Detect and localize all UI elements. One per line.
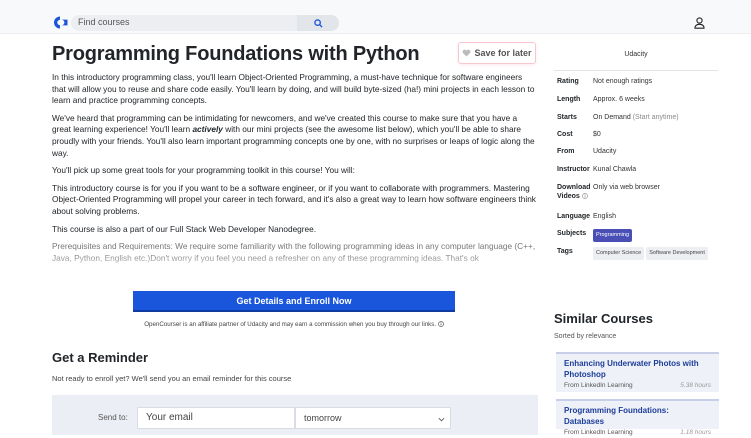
info-icon[interactable]	[581, 193, 588, 199]
user-account-icon[interactable]	[694, 17, 705, 29]
similar-course-source: From LinkedIn Learning	[564, 382, 633, 389]
similar-course-title[interactable]: Programming Foundations: Databases	[564, 405, 711, 427]
send-to-label: Send to:	[98, 413, 128, 422]
similar-course-meta: From LinkedIn Learning 1.18 hours	[564, 429, 711, 438]
info-value: Computer Science Software Development	[593, 247, 719, 260]
info-key: Instructor	[557, 166, 590, 173]
info-key: Rating	[557, 78, 579, 85]
reminder-time-value: tomorrow	[304, 413, 342, 423]
info-key: Cost	[557, 131, 573, 138]
save-for-later-button[interactable]: Save for later	[458, 42, 536, 64]
description-emphasis: actively	[192, 124, 223, 135]
save-for-later-label: Save for later	[474, 48, 532, 58]
enroll-button[interactable]: Get Details and Enroll Now	[133, 291, 455, 312]
similar-course-meta: From LinkedIn Learning 5.38 hours	[564, 382, 711, 391]
description-paragraph: You'll pick up some great tools for your…	[52, 165, 355, 176]
provider-header: Udacity	[554, 43, 718, 71]
reminder-subtitle: Not ready to enroll yet? We'll send you …	[52, 374, 292, 383]
similar-courses-title: Similar Courses	[554, 311, 653, 326]
starts-value: On Demand	[593, 114, 631, 121]
provider-name[interactable]: Udacity	[554, 51, 718, 58]
tag-badge[interactable]: Computer Science	[593, 247, 645, 260]
tag-badge[interactable]: Software Development	[646, 247, 708, 260]
search-icon	[313, 18, 323, 28]
search-button[interactable]	[297, 15, 339, 31]
description-paragraph: We've heard that programming can be inti…	[52, 113, 538, 159]
similar-course-duration: 5.38 hours	[680, 382, 711, 389]
info-value[interactable]: Udacity	[593, 147, 719, 156]
affiliate-text: OpenCourser is an affiliate partner of U…	[144, 321, 437, 328]
info-key: Length	[557, 96, 581, 103]
info-value: On Demand (Start anytime)	[593, 113, 719, 122]
email-field[interactable]: Your email	[137, 407, 295, 429]
info-key: Subjects	[557, 230, 587, 237]
info-value[interactable]: Kunal Chawla	[593, 165, 719, 174]
info-key: Tags	[557, 248, 573, 255]
description-paragraph: This introductory course is for you if y…	[52, 182, 536, 216]
chevron-down-icon	[438, 417, 445, 422]
description-paragraph: This course is also a part of our Full S…	[52, 223, 317, 234]
heart-icon	[463, 49, 471, 57]
similar-course-title[interactable]: Enhancing Underwater Photos with Photosh…	[564, 358, 711, 380]
info-key: Starts	[557, 114, 577, 121]
affiliate-note: OpenCourser is an affiliate partner of U…	[133, 321, 455, 328]
search-bar: Find courses	[71, 15, 339, 31]
similar-course-source: From LinkedIn Learning	[564, 429, 633, 436]
top-navbar: Find courses	[0, 0, 751, 34]
subject-badge[interactable]: Programming	[593, 229, 633, 242]
description-paragraph: In this introductory programming class, …	[52, 72, 535, 106]
info-key: Download Videos	[557, 183, 591, 201]
sort-order-label: Sorted by relevance	[554, 333, 617, 340]
course-description: In this introductory programming class, …	[52, 72, 538, 274]
info-value: English	[593, 213, 616, 220]
info-key: From	[557, 148, 575, 155]
reminder-time-select[interactable]: tomorrow	[295, 407, 451, 429]
info-icon[interactable]	[437, 321, 444, 327]
info-value: Not enough ratings	[593, 78, 653, 85]
similar-course-card[interactable]: Enhancing Underwater Photos with Photosh…	[556, 352, 719, 392]
starts-note: (Start anytime)	[632, 114, 679, 121]
description-fade	[52, 252, 538, 276]
similar-course-card[interactable]: Programming Foundations: Databases From …	[556, 399, 719, 436]
course-title: Programming Foundations with Python	[52, 43, 420, 65]
info-value: $0	[593, 131, 601, 138]
info-value: Approx. 6 weeks	[593, 96, 645, 103]
reminder-title: Get a Reminder	[52, 350, 149, 365]
search-input[interactable]: Find courses	[78, 17, 130, 27]
opencourser-logo-icon[interactable]	[53, 16, 68, 29]
info-key: Language	[557, 213, 591, 220]
info-value: Programming	[593, 229, 719, 242]
similar-course-duration: 1.18 hours	[680, 429, 711, 436]
info-value: Only via web browser	[593, 184, 660, 191]
